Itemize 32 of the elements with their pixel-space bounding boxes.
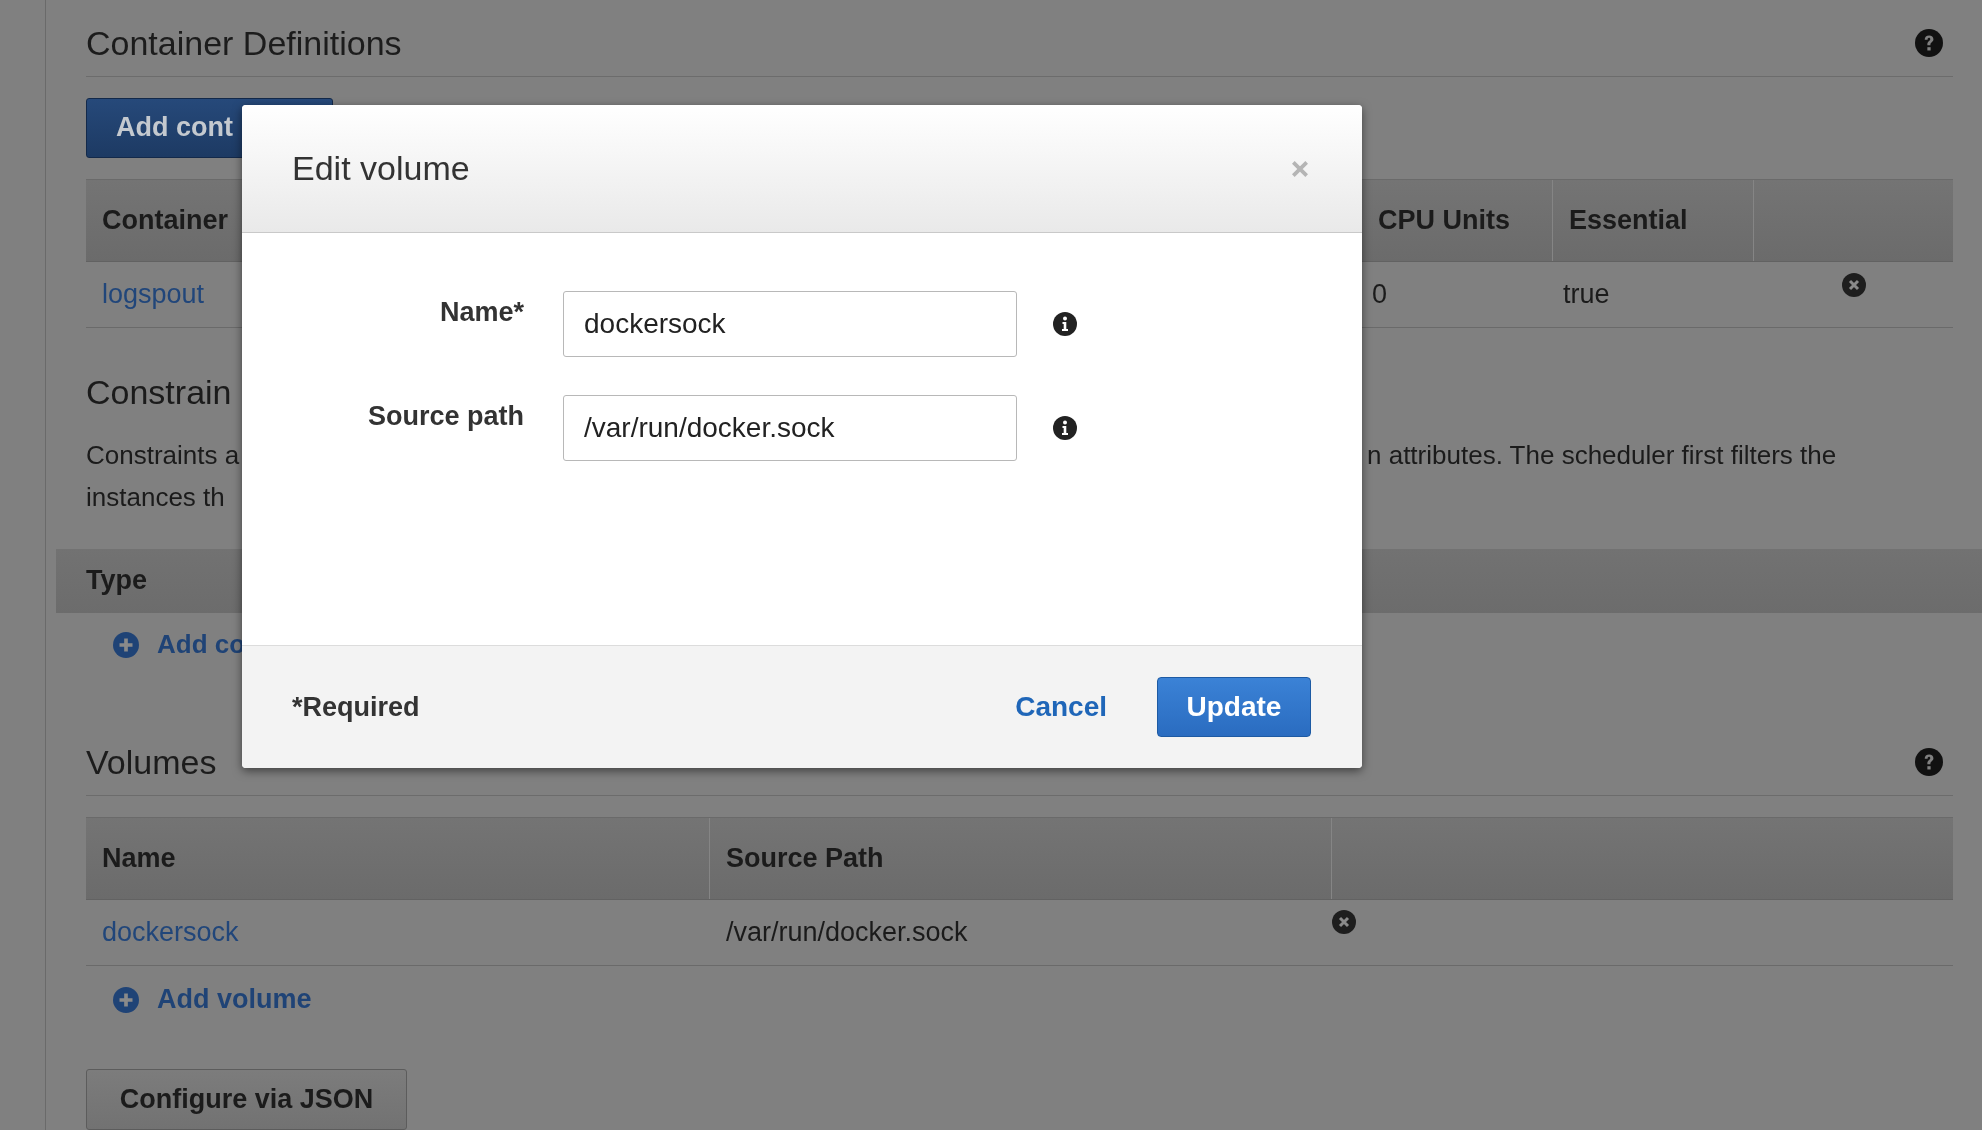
table-cell: /var/run/docker.sock <box>726 916 968 948</box>
section-heading: Volumes <box>86 741 217 782</box>
help-icon[interactable] <box>1915 747 1943 776</box>
remove-icon[interactable] <box>1332 909 1356 934</box>
description-text: instances th <box>86 480 226 514</box>
field-label: Name* <box>438 296 524 328</box>
add-icon[interactable] <box>113 986 139 1013</box>
section-heading: Constrain <box>86 371 232 412</box>
name-link[interactable]: logspout <box>102 278 205 310</box>
info-icon[interactable] <box>1053 312 1077 336</box>
remove-icon[interactable] <box>1841 272 1866 297</box>
column-header: Source Path <box>710 817 1332 899</box>
column-header: Type <box>86 565 147 597</box>
info-icon[interactable] <box>1053 416 1077 440</box>
required-note: *Required <box>292 691 421 723</box>
column-header: Name <box>86 817 710 899</box>
column-header: Essential <box>1553 179 1754 261</box>
section-heading: Container Definitions <box>86 23 402 63</box>
description-text: Constraints a <box>86 438 241 472</box>
cancel-link[interactable]: Cancel <box>1015 691 1107 723</box>
name-link[interactable]: dockersock <box>102 916 239 948</box>
add-icon[interactable] <box>113 631 139 658</box>
help-icon[interactable] <box>1915 29 1943 57</box>
text-field[interactable]: /var/run/docker.sock <box>563 395 1017 461</box>
configure-json-button[interactable]: Configure via JSON <box>86 1069 407 1130</box>
description-text: n attributes. The scheduler first filters the <box>1367 438 1837 472</box>
field-label: Source path <box>366 400 524 432</box>
table-cell: true <box>1563 278 1610 310</box>
table-cell: 0 <box>1372 278 1388 310</box>
add-volume-link[interactable]: Add volume <box>113 979 312 1020</box>
update-button[interactable]: Update <box>1157 677 1311 737</box>
text-field[interactable]: dockersock <box>563 291 1017 357</box>
